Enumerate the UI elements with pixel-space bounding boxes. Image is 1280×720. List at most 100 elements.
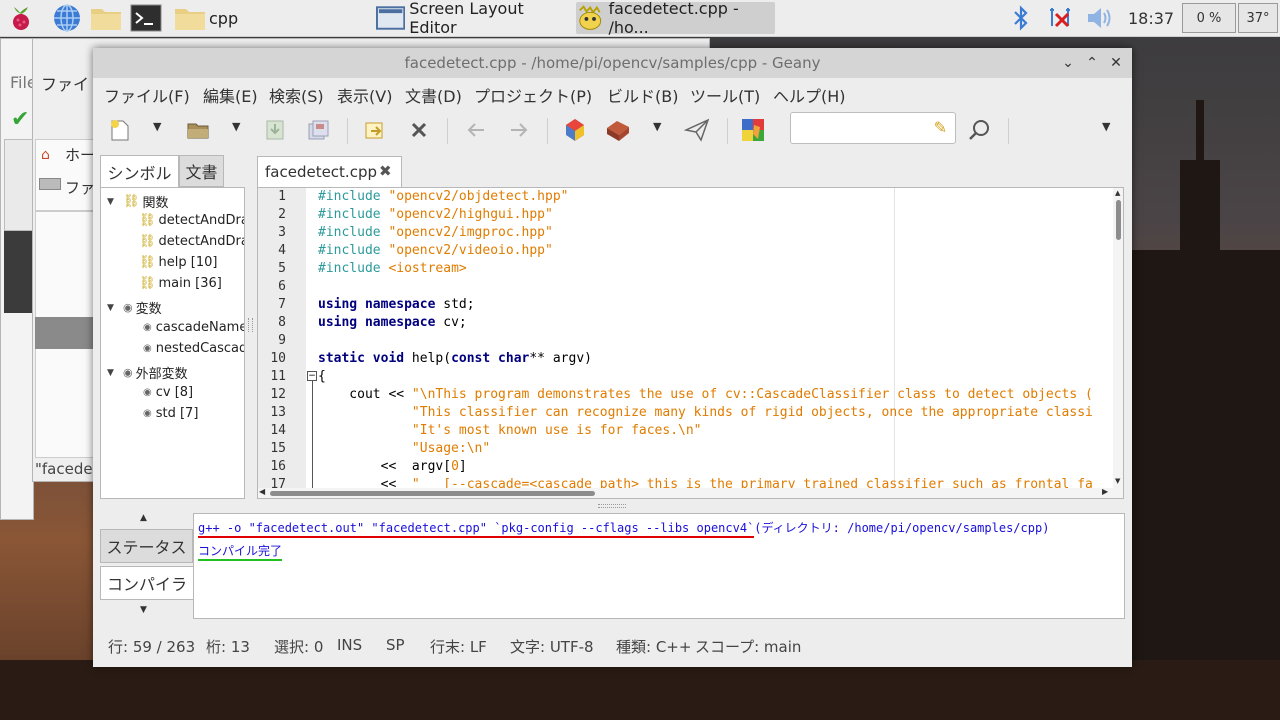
close-file-button[interactable] <box>404 116 434 144</box>
taskbar-folder-cpp[interactable]: cpp <box>174 2 364 34</box>
tab-scroll-up-arrow-icon[interactable]: ▲ <box>140 513 147 523</box>
execute-button[interactable] <box>682 116 712 144</box>
group-icon: ⛓ <box>123 194 140 209</box>
color-chooser-button[interactable] <box>738 116 768 144</box>
taskbar-screen-layout-editor[interactable]: Screen Layout Editor <box>376 0 572 37</box>
file-manager-icon[interactable] <box>90 0 124 36</box>
raspberry-menu-icon[interactable] <box>8 0 38 36</box>
menu-project[interactable]: プロジェクト(P) <box>474 83 592 107</box>
code-editor[interactable]: 1 2 3 4 5 6 7 8 9 10 11 12 13 14 15 16 1… <box>257 187 1124 499</box>
cpu-monitor[interactable]: 0 % <box>1182 3 1236 33</box>
compile-directory: (ディレクトリ: /home/pi/opencv/samples/cpp) <box>754 521 1050 535</box>
compiler-message-done[interactable]: コンパイル完了 <box>198 542 283 561</box>
horizontal-scroll-thumb[interactable] <box>270 491 595 496</box>
taskbar-task-label: Screen Layout Editor <box>409 0 524 37</box>
scroll-left-arrow-icon[interactable]: ◀ <box>259 487 265 496</box>
tree-item[interactable]: ⛓ help [10] <box>139 255 217 270</box>
toolbar-separator <box>1008 118 1009 144</box>
tree-item[interactable]: ◉nestedCascade <box>143 341 244 356</box>
toolbar-overflow-dropdown[interactable]: ▼ <box>1102 120 1110 133</box>
tab-status[interactable]: ステータス <box>100 529 193 563</box>
vertical-scroll-thumb[interactable] <box>1116 200 1121 240</box>
drive-icon <box>39 178 61 190</box>
tab-compiler[interactable]: コンパイラ <box>100 566 193 600</box>
menu-search[interactable]: 検索(S) <box>269 83 324 107</box>
tree-item[interactable]: ⛓ main [36] <box>139 276 222 291</box>
tree-group-externals[interactable]: ▼ ◉ 外部変数 <box>107 363 188 382</box>
navigate-forward-button[interactable] <box>504 116 534 144</box>
tree-group-variables[interactable]: ▼ ◉ 変数 <box>107 298 162 317</box>
code-line: static void help(const char** argv) <box>318 351 592 366</box>
tab-documents-label: 文書 <box>185 163 218 182</box>
menu-edit[interactable]: 編集(E) <box>203 83 258 107</box>
new-file-button[interactable] <box>105 116 135 144</box>
open-file-dropdown[interactable]: ▼ <box>232 120 240 133</box>
reload-button[interactable] <box>360 116 390 144</box>
symbol-tree[interactable]: ▼⛓関数 ⛓detectAndDraw ⛓detectAndDraw ⛓help… <box>100 187 245 499</box>
tree-label: std [7] <box>155 406 199 421</box>
new-file-dropdown[interactable]: ▼ <box>153 120 161 133</box>
open-file-button[interactable] <box>183 116 213 144</box>
pane-splitter-handle[interactable] <box>248 318 253 332</box>
menu-view[interactable]: 表示(V) <box>337 83 392 107</box>
variable-icon: ◉ <box>143 322 152 333</box>
terminal-icon[interactable] <box>130 0 164 36</box>
search-input[interactable]: ✎ <box>790 112 956 144</box>
menu-file[interactable]: ファイル(F) <box>104 83 190 107</box>
minimize-button[interactable]: ⌄ <box>1059 54 1077 72</box>
clock[interactable]: 18:37 <box>1128 0 1174 36</box>
maximize-button[interactable]: ⌃ <box>1083 54 1101 72</box>
scroll-up-arrow-icon[interactable]: ▲ <box>1115 189 1120 197</box>
menu-help[interactable]: ヘルプ(H) <box>773 83 846 107</box>
editor-tab-facedetect[interactable]: facedetect.cpp ✖ <box>257 156 402 187</box>
close-button[interactable]: ✕ <box>1107 54 1125 72</box>
search-button[interactable] <box>965 116 995 144</box>
build-dropdown[interactable]: ▼ <box>653 120 661 133</box>
temperature-monitor[interactable]: 37° <box>1238 3 1278 33</box>
build-button[interactable] <box>603 116 633 144</box>
network-disconnected-icon[interactable] <box>1046 0 1076 36</box>
tab-scroll-down-arrow-icon[interactable]: ▼ <box>140 605 147 615</box>
variable-icon: ◉ <box>143 387 152 398</box>
editor-tab-label: facedetect.cpp <box>265 163 377 181</box>
navigate-back-button[interactable] <box>461 116 491 144</box>
web-browser-icon[interactable] <box>52 0 84 36</box>
background-window[interactable]: File ✔ <box>0 38 37 520</box>
code-line: #include "opencv2/objdetect.hpp" <box>318 189 569 204</box>
title-bar[interactable]: facedetect.cpp - /home/pi/opencv/samples… <box>93 48 1132 78</box>
clear-search-icon[interactable]: ✎ <box>934 118 947 137</box>
pane-splitter-handle[interactable] <box>598 504 626 508</box>
tab-symbols[interactable]: シンボル <box>100 155 179 187</box>
tree-item[interactable]: ⛓detectAndDraw <box>139 234 244 249</box>
scroll-down-arrow-icon[interactable]: ▼ <box>1115 477 1120 485</box>
tree-item[interactable]: ◉ cascadeName <box>143 320 244 335</box>
tree-group-functions[interactable]: ▼ ⛓ 関数 <box>107 192 169 211</box>
save-all-button[interactable] <box>303 116 333 144</box>
compiler-message-command[interactable]: g++ -o "facedetect.out" "facedetect.cpp"… <box>198 519 1050 538</box>
screen-layout-icon <box>376 6 406 30</box>
tree-item[interactable]: ◉ std [7] <box>143 406 198 421</box>
variable-group-icon: ◉ <box>123 301 133 314</box>
close-tab-icon[interactable]: ✖ <box>379 162 392 180</box>
taskbar-geany[interactable]: facedetect.cpp - /ho... <box>576 0 775 37</box>
scroll-right-arrow-icon[interactable]: ▶ <box>1102 487 1108 496</box>
tree-item[interactable]: ⛓detectAndDraw <box>139 213 244 228</box>
code-line: "Usage:\n" <box>411 441 491 456</box>
compile-button[interactable] <box>560 116 590 144</box>
vertical-scrollbar[interactable]: ▲ ▼ <box>1113 188 1123 488</box>
geany-icon <box>579 5 602 30</box>
geany-window[interactable]: facedetect.cpp - /home/pi/opencv/samples… <box>93 48 1132 667</box>
horizontal-scrollbar[interactable]: ◀ ▶ <box>258 487 1123 498</box>
tree-item[interactable]: ◉ cv [8] <box>143 385 193 400</box>
tab-documents[interactable]: 文書 <box>179 155 224 187</box>
close-icon <box>411 122 427 138</box>
line-number: 4 <box>278 243 286 258</box>
bluetooth-icon[interactable] <box>1012 0 1034 36</box>
menu-document[interactable]: 文書(D) <box>405 83 462 107</box>
menu-build[interactable]: ビルド(B) <box>607 83 678 107</box>
compiler-messages[interactable]: g++ -o "facedetect.out" "facedetect.cpp"… <box>193 513 1125 619</box>
volume-icon[interactable] <box>1086 0 1116 36</box>
menu-tools[interactable]: ツール(T) <box>690 83 760 107</box>
save-button[interactable] <box>260 116 290 144</box>
compile-command: g++ -o "facedetect.out" "facedetect.cpp"… <box>198 521 755 538</box>
